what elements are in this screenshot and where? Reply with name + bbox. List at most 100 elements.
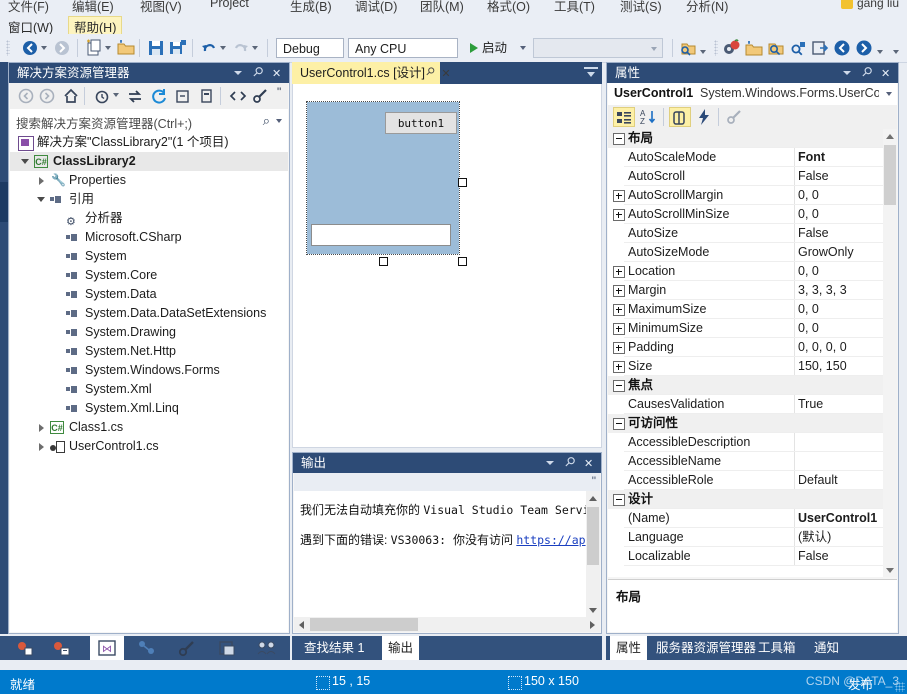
search-dropdown-icon[interactable] xyxy=(276,119,282,123)
quick-launch-input[interactable] xyxy=(533,38,663,58)
collapse-icon[interactable] xyxy=(613,494,625,506)
menu-build[interactable]: 生成(B) xyxy=(290,0,332,15)
settings-icon[interactable] xyxy=(722,38,742,58)
save-icon[interactable] xyxy=(146,38,166,58)
property-row[interactable]: Size 150, 150 xyxy=(608,357,897,376)
show-all-files-icon[interactable] xyxy=(197,86,217,106)
property-value[interactable]: True xyxy=(798,395,823,414)
property-row[interactable]: AccessibleName xyxy=(608,452,897,471)
find-dropdown-icon[interactable] xyxy=(700,50,707,55)
scroll-down-icon[interactable] xyxy=(586,603,600,617)
property-row[interactable]: Language (默认) xyxy=(608,528,897,547)
properties-scroll-down-icon[interactable] xyxy=(883,563,897,577)
property-value[interactable]: (默认) xyxy=(798,528,831,547)
categorized-icon[interactable] xyxy=(613,107,635,127)
property-row[interactable]: AutoScrollMinSize 0, 0 xyxy=(608,205,897,224)
view-code-icon[interactable] xyxy=(228,86,248,106)
tree-expander-icon[interactable] xyxy=(36,171,48,190)
solution-tree[interactable]: 解决方案"ClassLibrary2"(1 个项目) C# ClassLibrary… xyxy=(10,133,288,632)
property-row[interactable]: AutoSizeMode GrowOnly xyxy=(608,243,897,262)
expand-icon[interactable] xyxy=(613,304,625,316)
resize-handle-bottom-right[interactable] xyxy=(458,257,467,266)
property-value[interactable]: Default xyxy=(798,471,838,490)
property-row[interactable]: Location 0, 0 xyxy=(608,262,897,281)
output-pin-icon[interactable] xyxy=(562,453,578,473)
button1-control[interactable]: button1 xyxy=(385,112,457,134)
property-value[interactable]: 0, 0 xyxy=(798,262,819,281)
properties-tab-icon[interactable] xyxy=(170,636,204,660)
tree-node[interactable]: System xyxy=(10,247,288,266)
scroll-left-icon[interactable] xyxy=(294,617,308,632)
output-window-menu-icon[interactable] xyxy=(542,453,558,473)
undo-dropdown-icon[interactable] xyxy=(220,46,227,51)
resize-grip[interactable] xyxy=(895,682,905,692)
tree-node[interactable]: System.Xml.Linq xyxy=(10,399,288,418)
menu-format[interactable]: 格式(O) xyxy=(487,0,530,15)
close-icon[interactable] xyxy=(269,63,285,84)
pending-changes-dropdown-icon[interactable] xyxy=(113,93,120,98)
save-all-icon[interactable] xyxy=(168,38,188,58)
tree-node[interactable]: UserControl1.cs xyxy=(10,437,288,456)
property-row[interactable]: AutoScroll False xyxy=(608,167,897,186)
tree-expander-icon[interactable] xyxy=(36,418,48,437)
overflow-icon[interactable]: " xyxy=(272,85,292,106)
tab-list-icon[interactable] xyxy=(584,66,598,80)
zoom-out-icon[interactable] xyxy=(788,38,808,58)
home-icon[interactable] xyxy=(61,86,81,106)
tree-node[interactable]: System.Drawing xyxy=(10,323,288,342)
expand-icon[interactable] xyxy=(613,361,625,373)
sync-icon[interactable] xyxy=(125,86,145,106)
property-value[interactable]: 0, 0, 0, 0 xyxy=(798,338,847,357)
menu-analyze[interactable]: 分析(N) xyxy=(686,0,728,15)
properties-pin-icon[interactable] xyxy=(859,63,875,83)
tree-node[interactable]: ⚙ 分析器 xyxy=(10,209,288,228)
property-value[interactable]: 0, 0 xyxy=(798,300,819,319)
property-value[interactable]: 0, 0 xyxy=(798,319,819,338)
property-row[interactable]: MinimumSize 0, 0 xyxy=(608,319,897,338)
property-value[interactable]: 150, 150 xyxy=(798,357,847,376)
resource-view-icon[interactable] xyxy=(210,636,244,660)
tree-node[interactable]: C# ClassLibrary2 xyxy=(10,152,288,171)
property-row[interactable]: Padding 0, 0, 0, 0 xyxy=(608,338,897,357)
nav-back-icon[interactable] xyxy=(832,38,852,58)
property-row[interactable]: (Name) UserControl1 xyxy=(608,509,897,528)
scroll-thumb[interactable] xyxy=(587,507,599,565)
expand-icon[interactable] xyxy=(613,285,625,297)
properties-scroll-thumb[interactable] xyxy=(884,145,896,205)
output-vertical-scrollbar[interactable] xyxy=(586,491,600,617)
solution-explorer-icon[interactable]: ⋈ xyxy=(90,636,124,660)
tree-node[interactable]: System.Core xyxy=(10,266,288,285)
property-row[interactable]: Localizable False xyxy=(608,547,897,566)
property-value[interactable]: False xyxy=(798,167,829,186)
properties-scrollbar[interactable] xyxy=(883,129,897,577)
expand-icon[interactable] xyxy=(613,266,625,278)
property-row[interactable]: Margin 3, 3, 3, 3 xyxy=(608,281,897,300)
property-value[interactable]: UserControl1 xyxy=(798,509,877,528)
start-dropdown-icon[interactable] xyxy=(520,46,526,50)
property-value[interactable]: Font xyxy=(798,148,825,167)
menu-file[interactable]: 文件(F) xyxy=(8,0,49,15)
solution-explorer-search[interactable]: 搜索解决方案资源管理器(Ctrl+;) ⌕ xyxy=(10,109,288,134)
property-value[interactable]: False xyxy=(798,224,829,243)
design-surface[interactable]: button1 xyxy=(292,84,602,448)
open-file-icon[interactable] xyxy=(744,38,764,58)
tree-node[interactable]: System.Data.DataSetExtensions xyxy=(10,304,288,323)
property-value[interactable]: GrowOnly xyxy=(798,243,854,262)
pending-changes-icon[interactable] xyxy=(92,86,112,106)
properties-close-icon[interactable] xyxy=(878,63,894,84)
events-view-icon[interactable] xyxy=(694,107,716,127)
tree-node[interactable]: System.Net.Http xyxy=(10,342,288,361)
resize-handle-bottom-center[interactable] xyxy=(379,257,388,266)
menu-edit[interactable]: 编辑(E) xyxy=(72,0,114,15)
expand-icon[interactable] xyxy=(613,209,625,221)
tree-node[interactable]: 🔧 Properties xyxy=(10,171,288,190)
undo-icon[interactable] xyxy=(199,38,219,58)
property-row[interactable]: CausesValidation True xyxy=(608,395,897,414)
property-category-row[interactable]: 可访问性 xyxy=(608,414,897,433)
zoom-in-icon[interactable] xyxy=(766,38,786,58)
toolbar-grip-2[interactable] xyxy=(714,40,718,56)
property-value[interactable]: False xyxy=(798,547,829,566)
tab-toolbox[interactable]: 工具箱 xyxy=(752,636,802,660)
menu-debug[interactable]: 调试(D) xyxy=(355,0,397,15)
output-text-area[interactable]: 我们无法自动填充你的 Visual Studio Team Servic 遇到下… xyxy=(294,491,600,617)
